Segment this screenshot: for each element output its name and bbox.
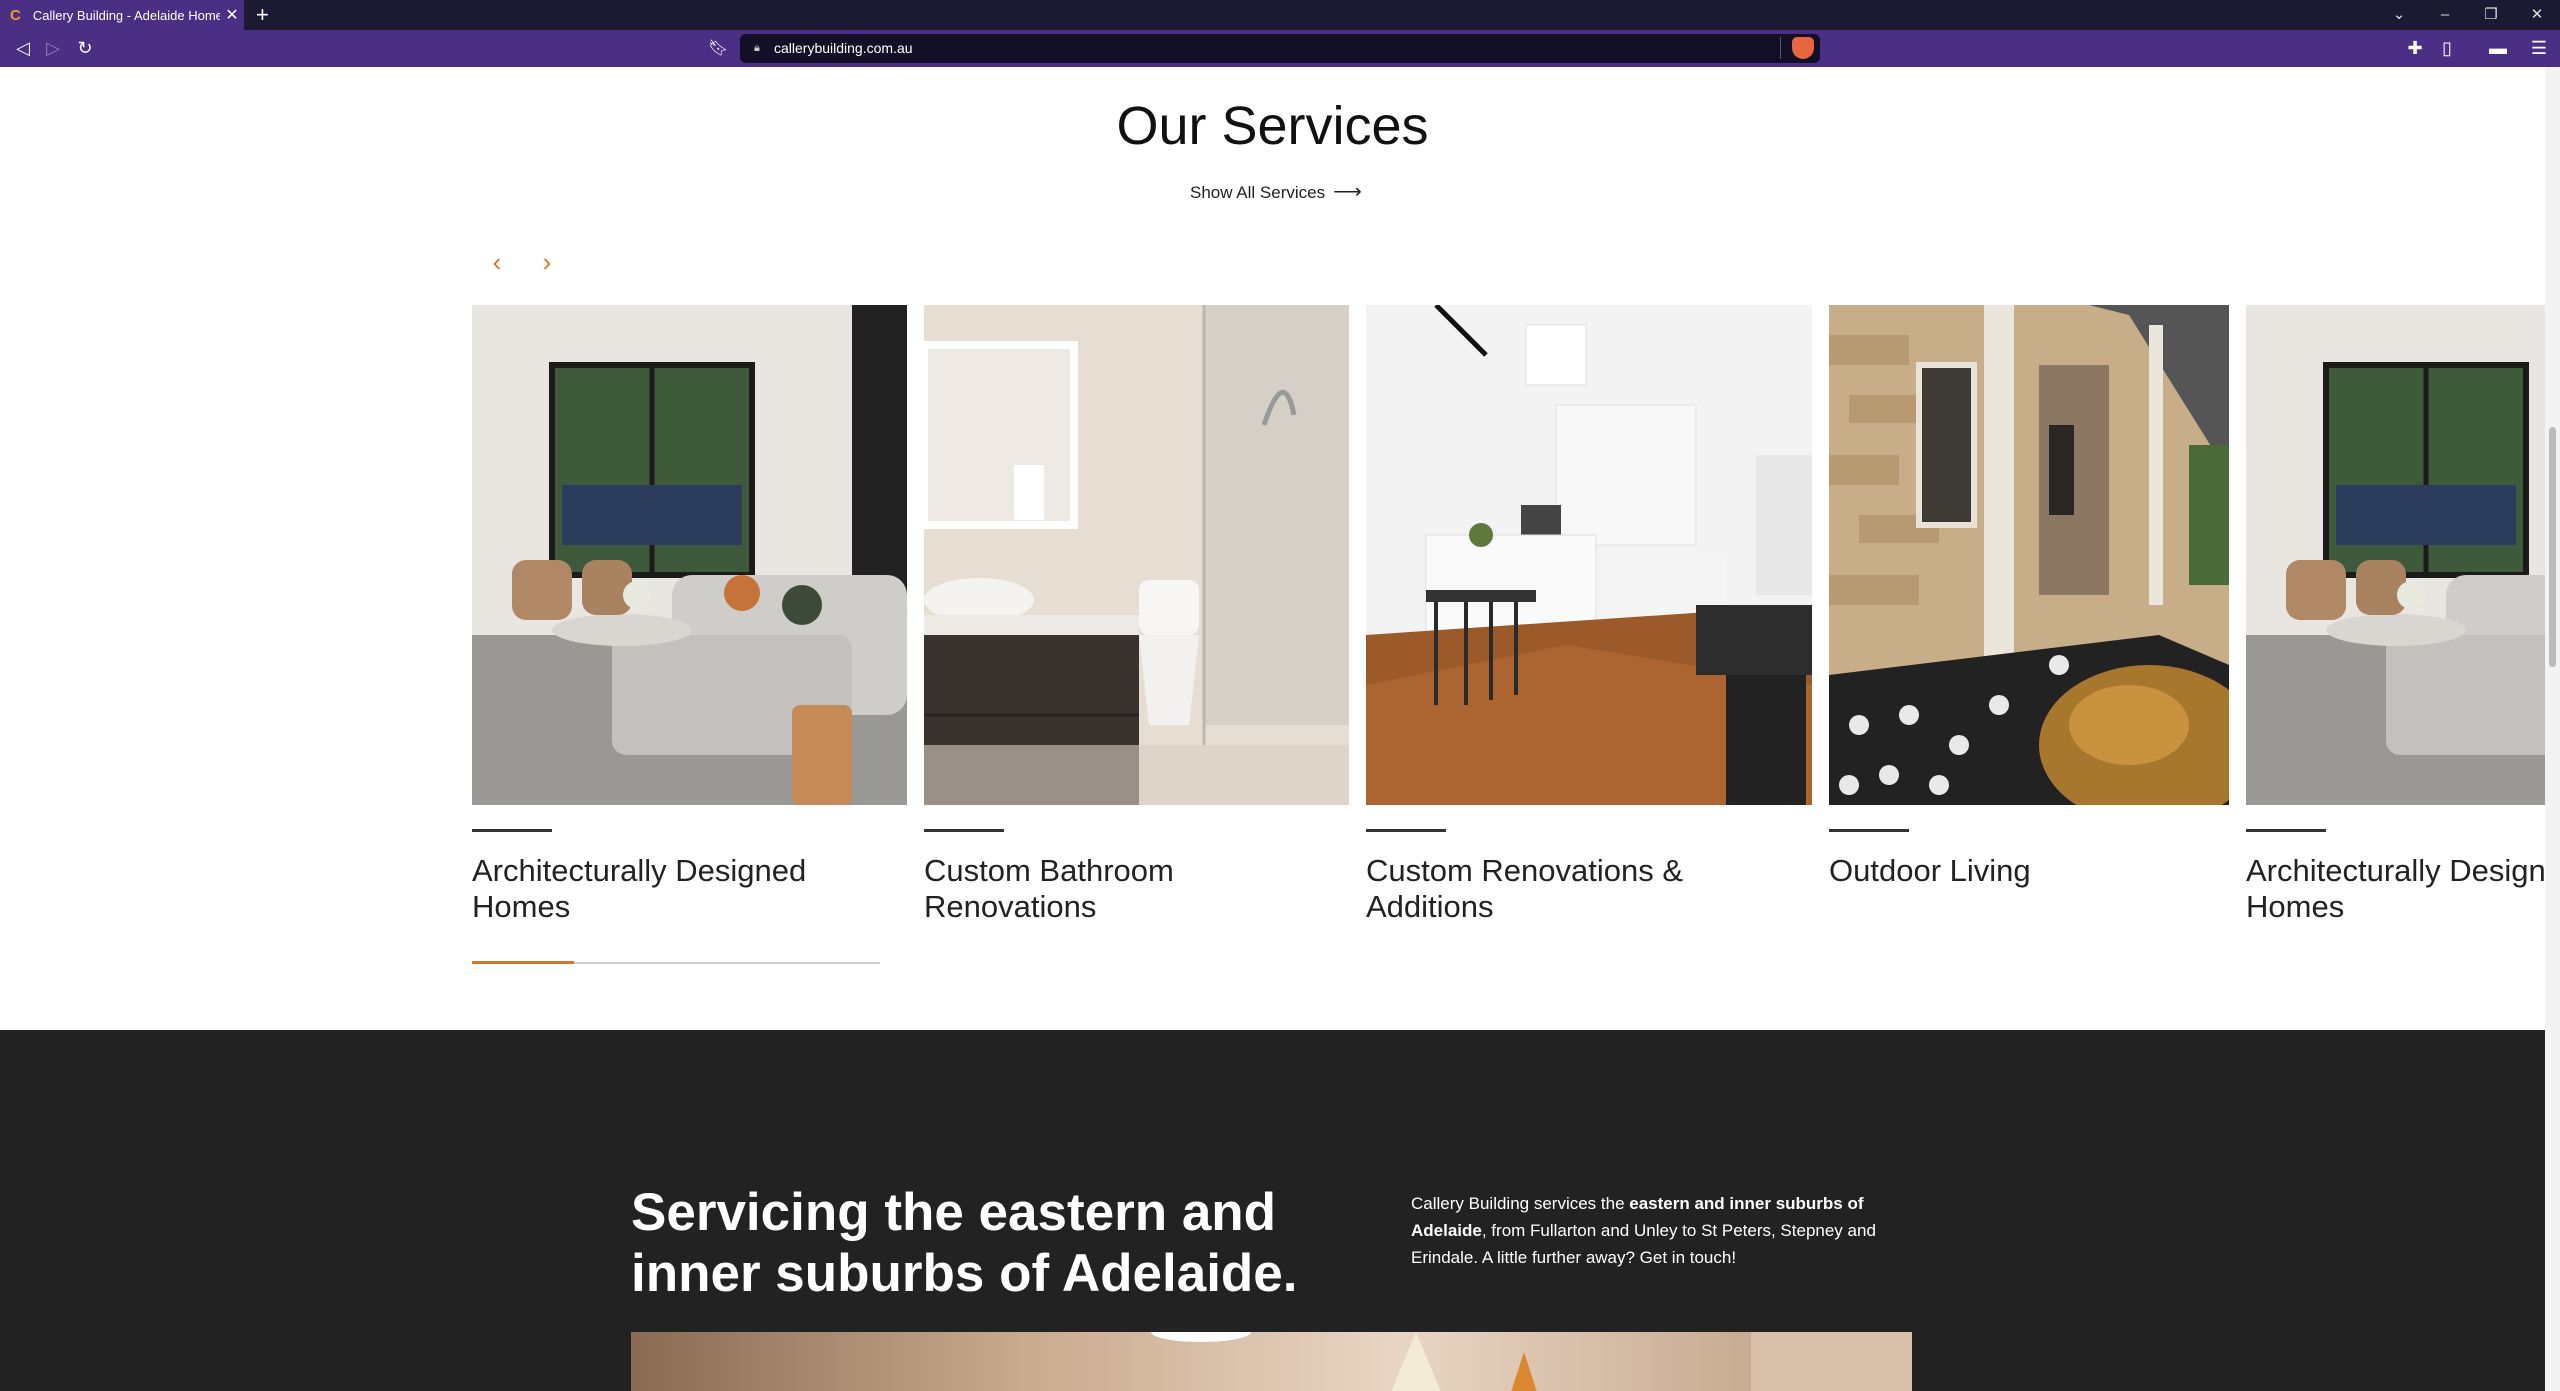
card-divider [924,829,1004,832]
show-all-services-label: Show All Services [1190,183,1326,202]
restore-icon[interactable]: ❐ [2476,0,2506,30]
new-tab-icon[interactable]: + [256,3,269,27]
services-heading: Our Services [1116,96,1429,156]
card-divider [472,829,552,832]
service-area-text: Callery Building services the eastern an… [1411,1190,1891,1271]
address-divider [1780,37,1781,59]
minimize-icon[interactable]: – [2430,0,2460,30]
tab-title: Callery Building - Adelaide Home [32,7,220,23]
service-image-living-room[interactable] [2246,305,2545,805]
service-image-outdoor[interactable] [1829,305,2229,805]
browser-navbar: ◁ ▷ ↻ 🔖︎ 🔒︎ callerybuilding.com.au ✚ ▯ ▬… [0,30,2560,67]
extensions-icon[interactable]: ✚ [2400,30,2430,67]
page-scrollbar[interactable] [2545,67,2560,1391]
arrow-right-icon: ⟶ [1333,181,1362,203]
service-card-title[interactable]: Custom Bathroom Renovations [924,853,1324,925]
reload-icon[interactable]: ↻ [70,30,100,67]
carousel-progress-fill [472,961,574,964]
address-url: callerybuilding.com.au [774,40,913,56]
service-image-kitchen[interactable] [1366,305,1812,805]
wallet-icon[interactable]: ▬ [2478,30,2518,67]
service-card-title[interactable]: Architecturally Designed Homes [472,853,872,925]
service-image-bathroom[interactable] [924,305,1349,805]
site-favicon-icon: C [10,6,21,24]
carousel-next-icon[interactable]: › [532,247,562,278]
service-area-heading: Servicing the eastern and inner suburbs … [631,1183,1298,1303]
service-card-title[interactable]: Outdoor Living [1829,853,2229,889]
forward-icon[interactable]: ▷ [38,30,68,67]
show-all-services-link[interactable]: Show All Services ⟶ [1190,179,1362,204]
service-card-title[interactable]: Custom Renovations & Additions [1366,853,1766,925]
carousel-prev-icon[interactable]: ‹ [482,247,512,278]
bookmark-icon[interactable]: 🔖︎ [708,30,728,67]
service-card-title[interactable]: Architecturally Designed Homes [2246,853,2545,925]
page-content: Our Services Show All Services ⟶ ‹ › Arc… [0,67,2545,1391]
card-divider [1829,829,1909,832]
tab-list-chevron-icon[interactable]: ⌄ [2384,0,2414,30]
sidebar-icon[interactable]: ▯ [2432,30,2462,67]
card-divider [1366,829,1446,832]
back-icon[interactable]: ◁ [8,30,38,67]
tab-close-icon[interactable]: ✕ [220,5,244,25]
address-bar[interactable]: 🔒︎ callerybuilding.com.au [740,34,1820,63]
carousel-progress [472,961,880,964]
interior-image [631,1332,1912,1391]
browser-tabbar: C Callery Building - Adelaide Home ✕ + ⌄… [0,0,2560,30]
lock-icon: 🔒︎ [754,42,760,54]
brave-shield-icon[interactable] [1792,37,1814,59]
service-area-text-start: Callery Building services the [1411,1194,1630,1213]
browser-tab[interactable]: C Callery Building - Adelaide Home ✕ [0,0,244,30]
service-image-living-room[interactable] [472,305,907,805]
scrollbar-thumb[interactable] [2549,427,2556,667]
card-divider [2246,829,2326,832]
menu-icon[interactable]: ☰ [2524,30,2554,67]
service-area-section: Servicing the eastern and inner suburbs … [0,1030,2545,1391]
window-close-icon[interactable]: ✕ [2522,0,2552,30]
